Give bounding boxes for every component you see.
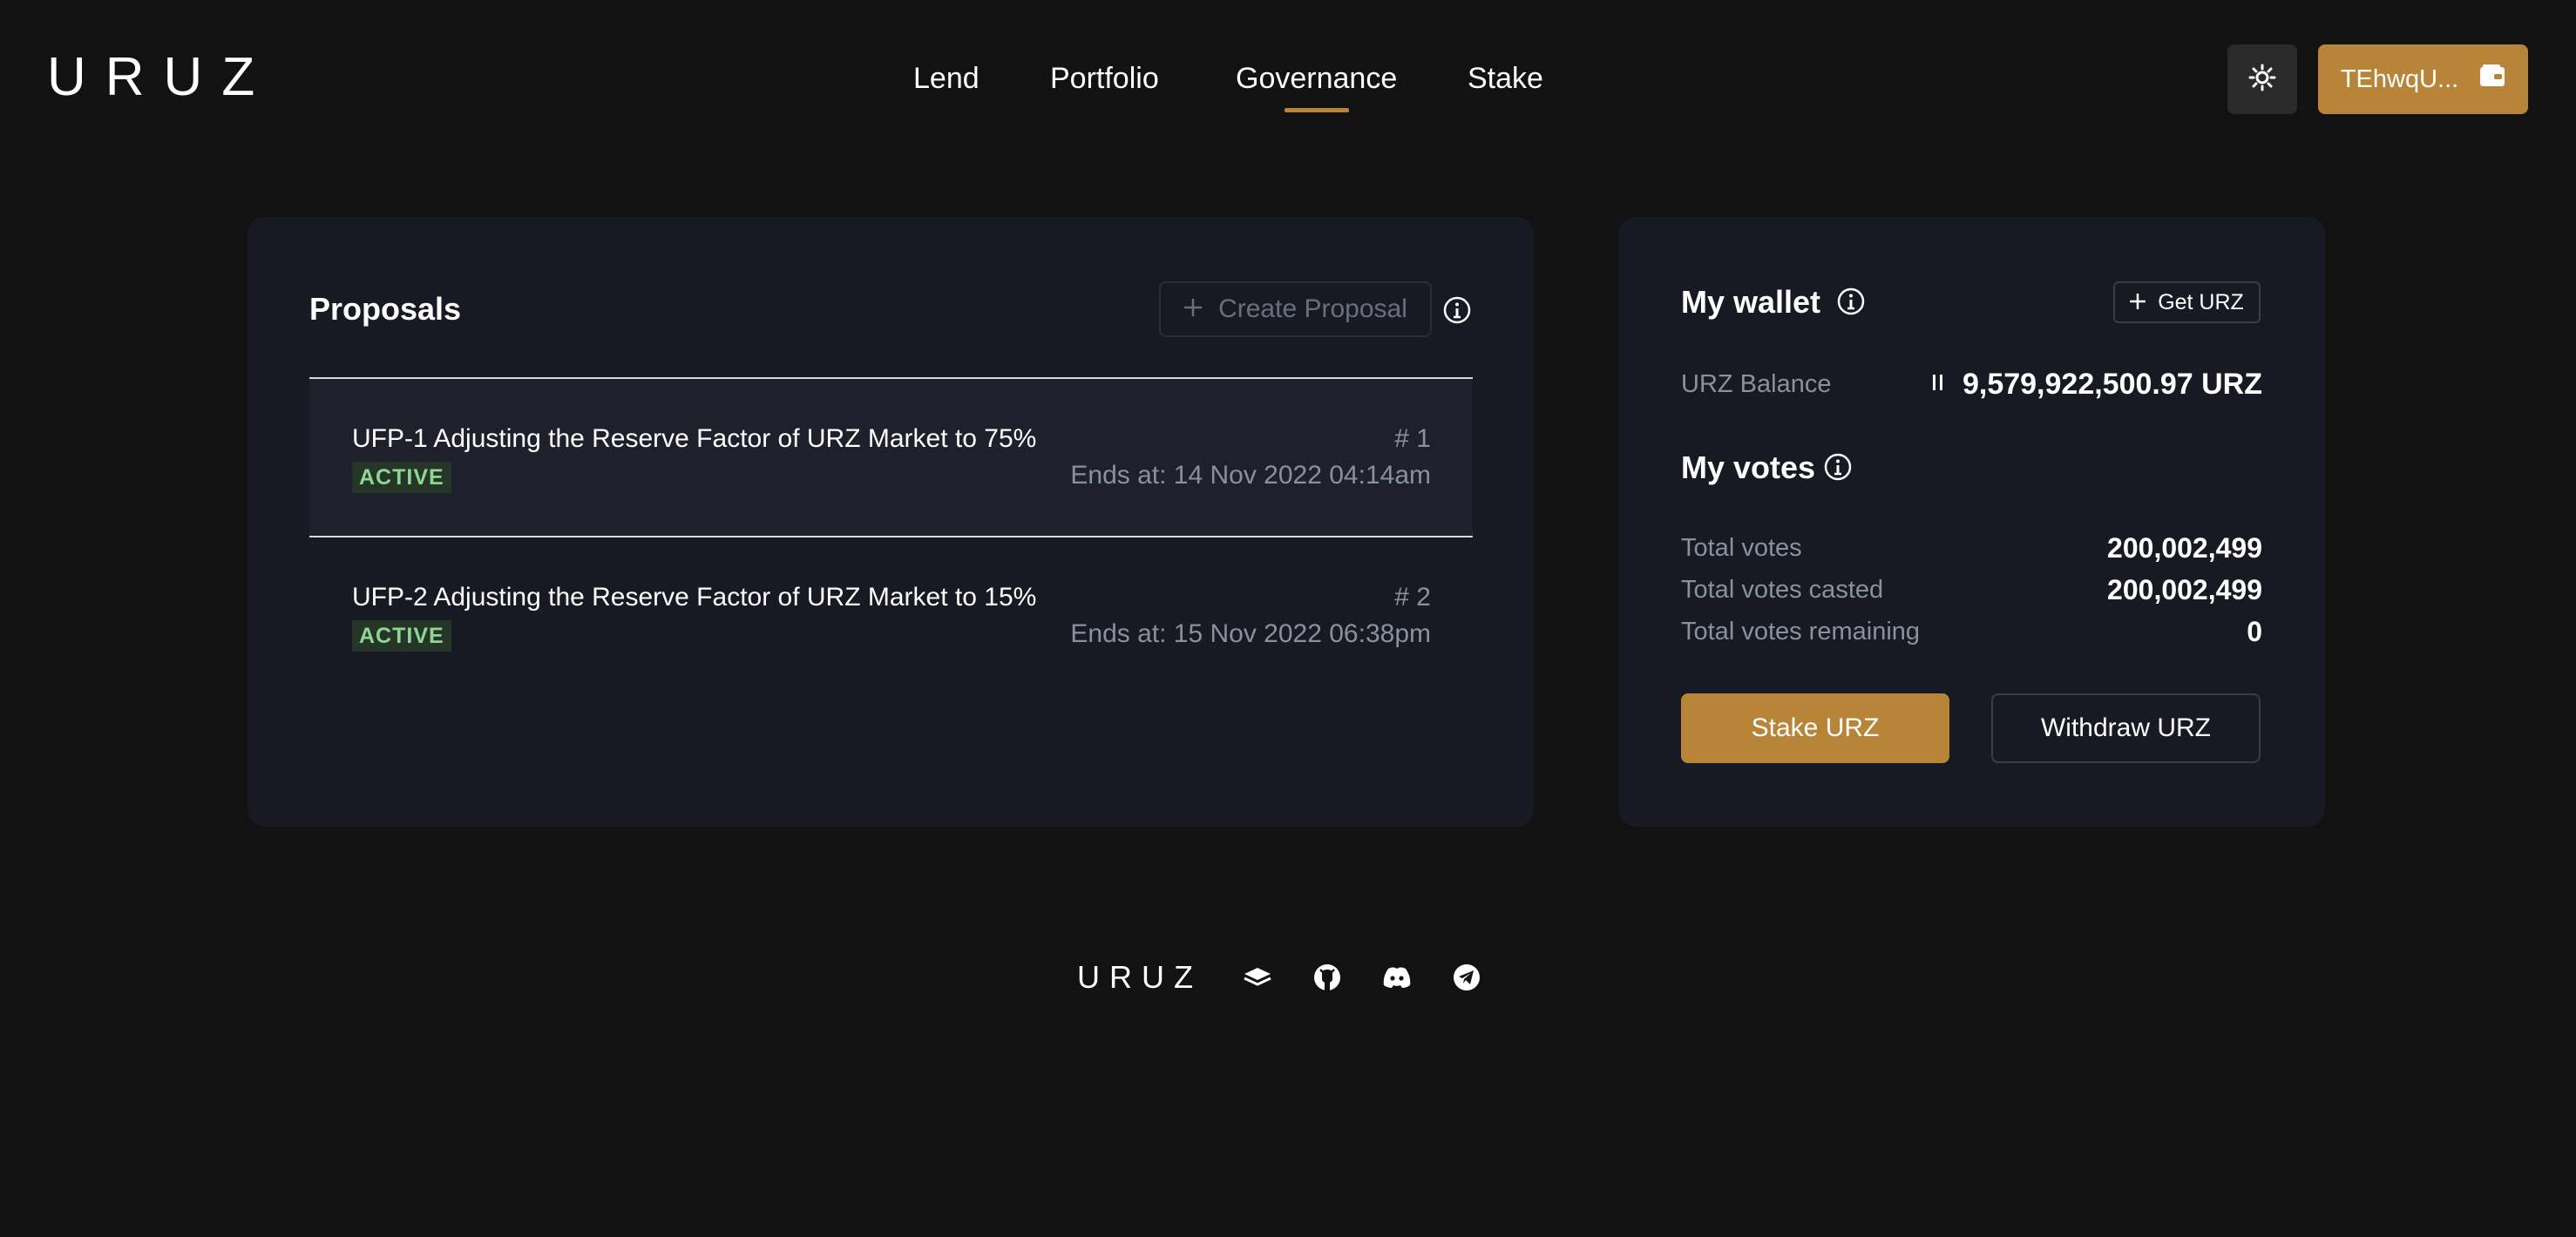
- total-votes-casted-value: 200,002,499: [2107, 574, 2262, 605]
- total-votes-remaining-label: Total votes remaining: [1681, 618, 1921, 646]
- create-proposal-label: Create Proposal: [1218, 294, 1407, 323]
- main-nav: Lend Portfolio Governance Stake: [0, 52, 2576, 122]
- my-wallet-title: My wallet: [1681, 284, 1821, 320]
- info-icon[interactable]: [1442, 295, 1472, 325]
- proposal-title: UFP-2 Adjusting the Reserve Factor of UR…: [352, 583, 1037, 612]
- status-badge: ACTIVE: [352, 462, 451, 493]
- wallet-card: My wallet Get URZ URZ Balance 9,579,922,…: [1618, 217, 2325, 827]
- sun-icon: [2248, 64, 2276, 96]
- wallet-address: TEhwqU...: [2340, 64, 2459, 93]
- proposal-end-date: Ends at: 14 Nov 2022 04:14am: [1070, 461, 1431, 490]
- stake-urz-button[interactable]: Stake URZ: [1681, 693, 1949, 763]
- page: URUZ Lend Portfolio Governance Stake TEh…: [0, 0, 2576, 1237]
- proposal-row[interactable]: UFP-2 Adjusting the Reserve Factor of UR…: [309, 537, 1473, 694]
- gitbook-icon[interactable]: [1242, 962, 1273, 993]
- nav-governance[interactable]: Governance: [1236, 52, 1397, 122]
- info-icon[interactable]: [1823, 452, 1853, 482]
- nav-lend[interactable]: Lend: [913, 52, 980, 122]
- urz-token-icon: [1931, 373, 1945, 396]
- get-urz-label: Get URZ: [2158, 289, 2244, 314]
- footer-logo: URUZ: [1077, 959, 1203, 995]
- telegram-icon[interactable]: [1451, 962, 1482, 993]
- plus-icon: [1183, 294, 1203, 324]
- github-icon[interactable]: [1312, 962, 1343, 993]
- proposal-title: UFP-1 Adjusting the Reserve Factor of UR…: [352, 424, 1037, 453]
- theme-toggle-button[interactable]: [2227, 44, 2297, 114]
- my-votes-title: My votes: [1681, 450, 1816, 485]
- proposals-card: Proposals Create Proposal UFP-1 Adjustin…: [247, 217, 1534, 827]
- create-proposal-button[interactable]: Create Proposal: [1159, 281, 1432, 337]
- plus-icon: [2129, 290, 2146, 315]
- total-votes-label: Total votes: [1681, 534, 1802, 562]
- proposal-number: # 2: [1394, 583, 1431, 612]
- footer: URUZ: [0, 950, 2576, 1011]
- get-urz-button[interactable]: Get URZ: [2113, 281, 2261, 323]
- wallet-icon: [2479, 64, 2505, 94]
- proposal-row[interactable]: UFP-1 Adjusting the Reserve Factor of UR…: [309, 379, 1473, 536]
- total-votes-casted-label: Total votes casted: [1681, 576, 1884, 604]
- total-votes-remaining-value: 0: [2247, 616, 2262, 647]
- nav-stake[interactable]: Stake: [1468, 52, 1543, 122]
- proposals-title: Proposals: [309, 291, 462, 327]
- withdraw-urz-button[interactable]: Withdraw URZ: [1991, 693, 2261, 763]
- proposal-number: # 1: [1394, 424, 1431, 453]
- top-header: URUZ Lend Portfolio Governance Stake TEh…: [0, 0, 2576, 157]
- urz-balance-value: 9,579,922,500.97 URZ: [1962, 367, 2262, 401]
- nav-portfolio[interactable]: Portfolio: [1050, 52, 1159, 122]
- discord-icon[interactable]: [1381, 962, 1413, 993]
- urz-balance: 9,579,922,500.97 URZ: [1931, 366, 2262, 402]
- total-votes-value: 200,002,499: [2107, 532, 2262, 564]
- status-badge: ACTIVE: [352, 620, 451, 652]
- wallet-connect-button[interactable]: TEhwqU...: [2318, 44, 2528, 114]
- proposal-end-date: Ends at: 15 Nov 2022 06:38pm: [1070, 619, 1431, 648]
- urz-balance-label: URZ Balance: [1681, 370, 1832, 398]
- info-icon[interactable]: [1836, 287, 1866, 316]
